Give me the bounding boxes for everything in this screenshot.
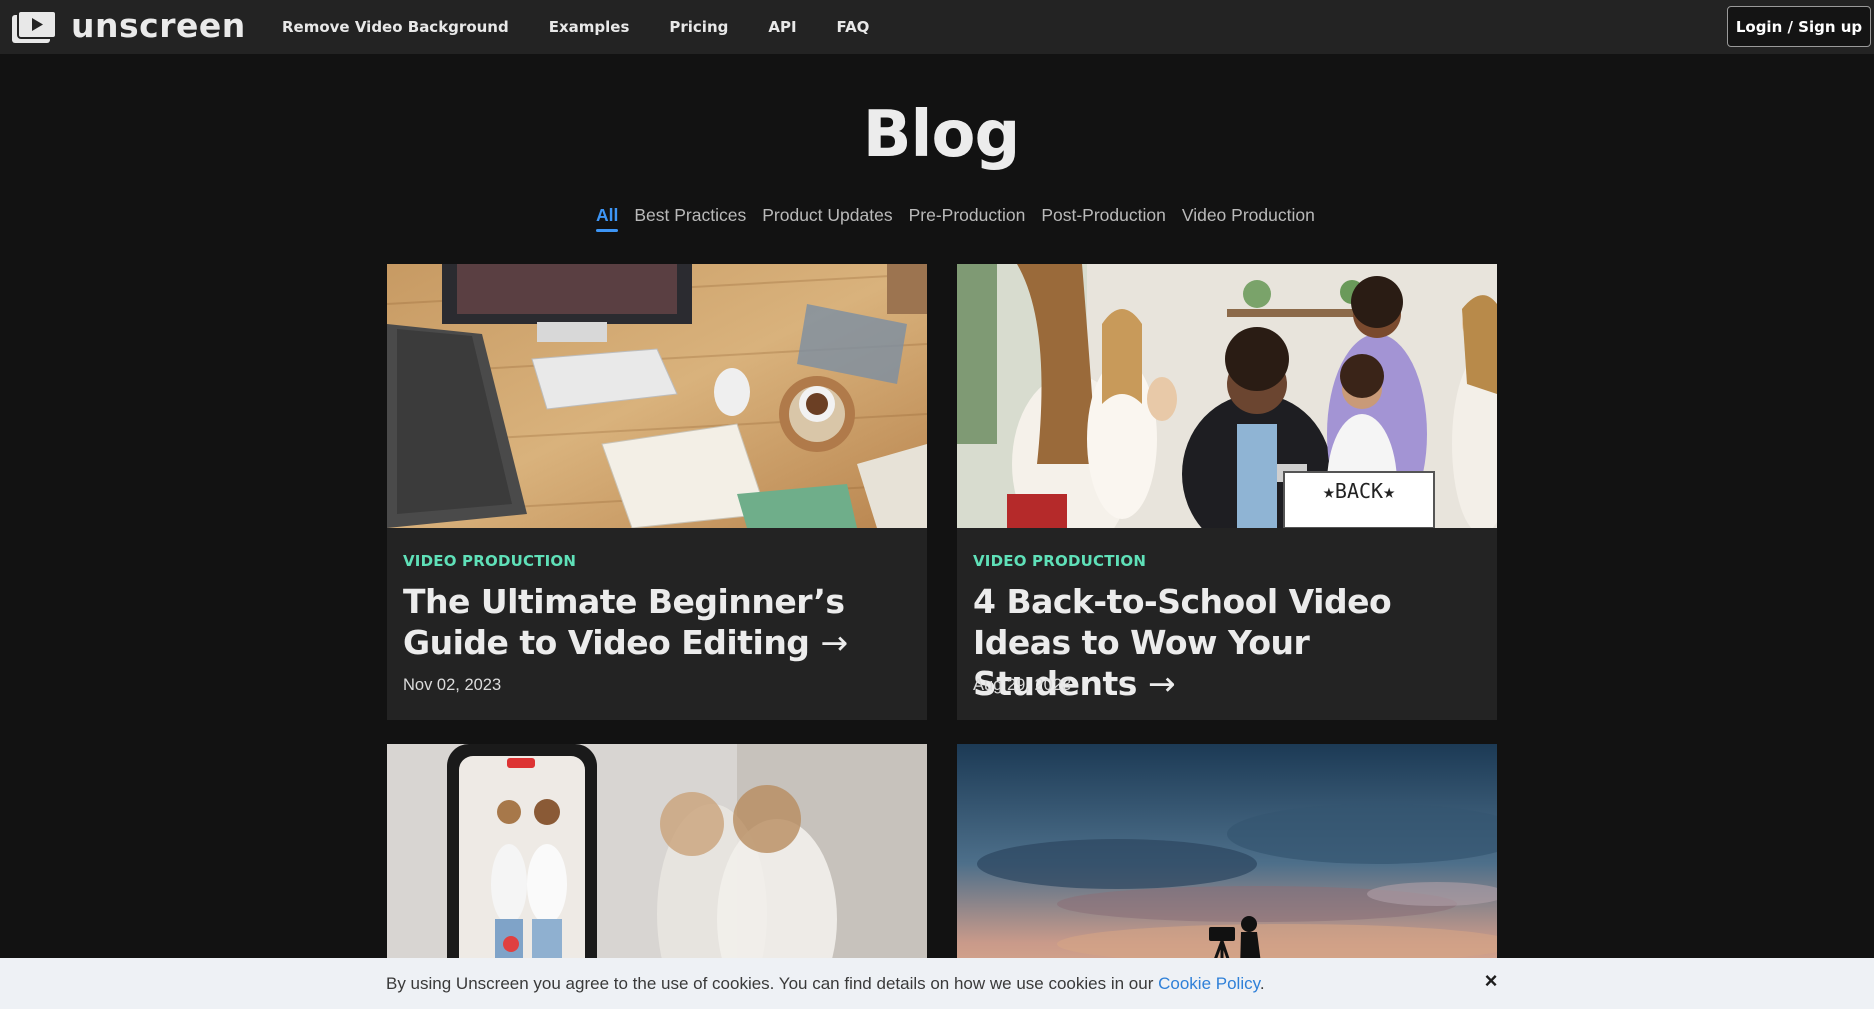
video-play-logo-icon (12, 10, 57, 43)
post-date: Nov 02, 2023 (403, 676, 502, 694)
filter-best-practices[interactable]: Best Practices (634, 205, 746, 232)
cookie-message-text: By using Unscreen you agree to the use o… (386, 974, 1154, 993)
blog-post-card[interactable]: VIDEO PRODUCTION The Ultimate Beginner’s… (387, 264, 927, 720)
post-date: Aug 29, 2023 (973, 676, 1072, 694)
filter-product-updates[interactable]: Product Updates (762, 205, 892, 232)
post-title-text: The Ultimate Beginner’s Guide to Video E… (403, 582, 845, 662)
nav-faq[interactable]: FAQ (837, 18, 870, 36)
brand-logo[interactable]: unscreen (12, 5, 246, 45)
cookie-policy-link[interactable]: Cookie Policy (1158, 974, 1260, 993)
arrow-right-icon: → (1147, 664, 1176, 703)
nav-api[interactable]: API (768, 18, 796, 36)
arrow-right-icon: → (820, 623, 848, 662)
nav-pricing[interactable]: Pricing (669, 18, 728, 36)
brand-name: unscreen (71, 5, 246, 45)
cookie-consent-bar: By using Unscreen you agree to the use o… (0, 958, 1874, 1009)
filter-pre-production[interactable]: Pre-Production (909, 205, 1026, 232)
post-category: VIDEO PRODUCTION (403, 552, 577, 570)
filter-video-production[interactable]: Video Production (1182, 205, 1315, 232)
page-title: Blog (862, 98, 1021, 172)
blog-category-filters: All Best Practices Product Updates Pre-P… (596, 205, 1315, 235)
cookie-message-period: . (1259, 974, 1265, 993)
back-sign-text: ★BACK★ (1323, 479, 1395, 503)
nav-examples[interactable]: Examples (549, 18, 630, 36)
post-thumbnail-desk-image[interactable] (387, 264, 927, 528)
post-thumbnail-classroom-image[interactable]: ★BACK★ (957, 264, 1497, 528)
main-nav: Remove Video Background Examples Pricing… (282, 0, 909, 54)
nav-remove-video-background[interactable]: Remove Video Background (282, 18, 509, 36)
top-navigation-bar: unscreen Remove Video Background Example… (0, 0, 1874, 54)
post-title-link[interactable]: The Ultimate Beginner’s Guide to Video E… (403, 581, 913, 663)
filter-all[interactable]: All (596, 205, 619, 232)
login-signup-button[interactable]: Login / Sign up (1727, 6, 1871, 47)
close-icon[interactable]: × (1478, 968, 1504, 994)
post-category: VIDEO PRODUCTION (973, 552, 1147, 570)
filter-post-production[interactable]: Post-Production (1041, 205, 1166, 232)
cookie-message: By using Unscreen you agree to the use o… (386, 974, 1265, 994)
blog-post-card[interactable]: ★BACK★ VIDEO PRODUCTION 4 Back-to-School… (957, 264, 1497, 720)
